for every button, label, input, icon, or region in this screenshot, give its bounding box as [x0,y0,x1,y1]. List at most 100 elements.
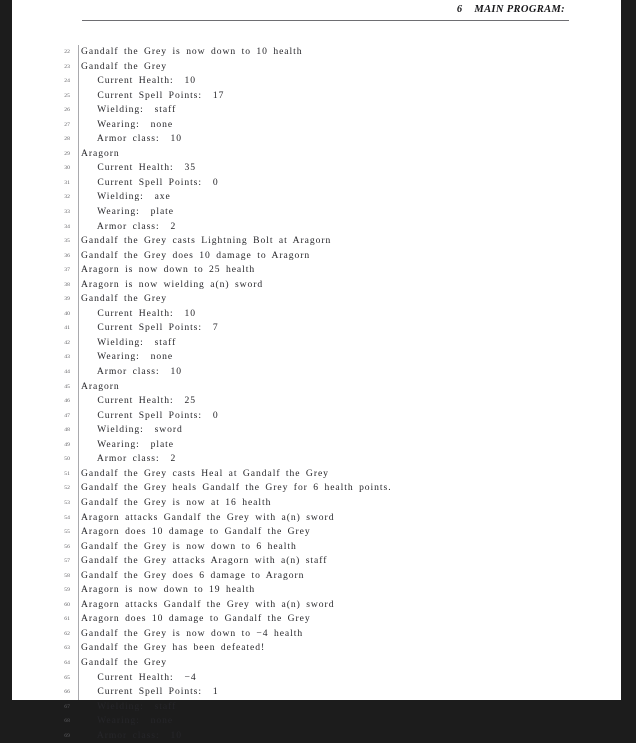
code-line-text: Current Spell Points: 0 [81,176,219,188]
code-line-number: 50 [64,456,70,463]
code-line-number: 30 [64,165,70,172]
code-line-number: 46 [64,398,70,405]
code-line: 67 Wielding: staff [12,700,621,715]
code-line-text: Wielding: staff [81,700,177,712]
header-divider-rule [82,20,569,21]
document-page: 6 MAIN PROGRAM: 22 Gandalf the Grey is no… [12,0,621,741]
code-line-number: 44 [64,369,70,376]
code-line: 42 Wielding: staff [12,336,621,351]
code-line-text: Aragorn does 10 damage to Gandalf the Gr… [81,613,311,625]
code-line-number: 61 [64,616,70,623]
header-section-title: 6 MAIN PROGRAM: [456,4,565,15]
code-line-text: Gandalf the Grey casts Lightning Bolt at… [81,235,332,247]
code-line-text: Aragorn does 10 damage to Gandalf the Gr… [81,526,311,538]
code-line-number: 42 [64,339,70,346]
code-line: 57 Gandalf the Grey attacks Aragorn with … [12,554,621,569]
code-line-text: Current Spell Points: 1 [81,686,219,698]
code-line: 54 Aragorn attacks Gandalf the Grey with … [12,511,621,526]
code-line-text: Armor class: 10 [81,133,182,145]
code-line-text: Aragorn attacks Gandalf the Grey with a(… [81,511,335,523]
code-line-number: 34 [64,223,70,230]
code-line-text: Armor class: 2 [81,220,177,232]
code-line: 60 Aragorn attacks Gandalf the Grey with … [12,598,621,613]
code-line-number: 49 [64,441,70,448]
code-line-number: 56 [64,543,70,550]
code-line-text: Wielding: staff [81,336,177,348]
code-line: 40 Current Health: 10 [12,307,621,322]
code-line-text: Aragorn is now wielding a(n) sword [81,278,264,290]
code-line-number: 22 [64,49,70,55]
code-line-text: Wearing: none [81,715,174,727]
code-line: 66 Current Spell Points: 1 [12,685,621,700]
code-line-number: 29 [64,150,70,157]
code-line: 61 Aragorn does 10 damage to Gandalf the … [12,612,621,627]
code-line: 35 Gandalf the Grey casts Lightning Bolt … [12,234,621,249]
code-line-text: Gandalf the Grey is now down to 6 health [81,540,297,552]
code-line-number: 28 [64,136,70,143]
code-line-text: Gandalf the Grey is now down to −4 healt… [81,627,304,639]
code-line-text: Gandalf the Grey has been defeated! [81,642,266,654]
code-line-number: 54 [64,514,70,521]
code-line-text: Wielding: sword [81,424,183,436]
code-line: 31 Current Spell Points: 0 [12,176,621,191]
code-line-number: 64 [64,659,70,666]
code-line-text: Aragorn [81,147,120,159]
code-line-text: Gandalf the Grey does 10 damage to Arago… [81,249,311,261]
code-line-text: Current Health: −4 [81,671,197,683]
code-line-text: Aragorn is now down to 25 health [81,264,256,276]
code-line: 68 Wearing: none [12,714,621,729]
code-line-text: Aragorn is now down to 19 health [81,584,256,596]
code-line-text: Armor class: 10 [81,366,182,378]
code-line: 52 Gandalf the Grey heals Gandalf the Gre… [12,481,621,496]
code-line: 25 Current Spell Points: 17 [12,89,621,104]
code-line-text: Wearing: none [81,351,174,363]
code-line-text: Gandalf the Grey heals Gandalf the Grey … [81,482,392,494]
code-line-number: 68 [64,718,70,725]
code-line: 37 Aragorn is now down to 25 health [12,263,621,278]
code-line: 34 Armor class: 2 [12,220,621,235]
code-line: 59 Aragorn is now down to 19 health [12,583,621,598]
code-line-number: 32 [64,194,70,201]
code-line-number: 38 [64,281,70,288]
code-line-text: Gandalf the Grey [81,656,167,668]
code-line-text: Wielding: staff [81,104,177,116]
code-line-text: Gandalf the Grey is now down to 10 healt… [81,46,303,57]
code-line: 45 Aragorn [12,380,621,395]
code-line-number: 24 [64,78,70,85]
code-line: 46 Current Health: 25 [12,394,621,409]
code-line-number: 52 [64,485,70,492]
code-line-text: Gandalf the Grey is now at 16 health [81,496,272,508]
code-line: 32 Wielding: axe [12,190,621,205]
code-line: 47 Current Spell Points: 0 [12,409,621,424]
code-line: 56 Gandalf the Grey is now down to 6 heal… [12,540,621,555]
code-line-number: 62 [64,630,70,637]
code-line: 38 Aragorn is now wielding a(n) sword [12,278,621,293]
code-line-number: 41 [64,325,70,332]
code-line-number: 69 [64,732,70,739]
code-line-text: Gandalf the Grey [81,293,167,305]
code-line: 50 Armor class: 2 [12,452,621,467]
code-line-number: 48 [64,427,70,434]
code-line: 30 Current Health: 35 [12,161,621,176]
code-line: 62 Gandalf the Grey is now down to −4 hea… [12,627,621,642]
pdf-viewer: 6 MAIN PROGRAM: 22 Gandalf the Grey is no… [0,0,636,741]
code-line: 53 Gandalf the Grey is now at 16 health [12,496,621,511]
code-line: 65 Current Health: −4 [12,671,621,686]
code-line-number: 55 [64,529,70,536]
code-line-text: Wearing: plate [81,438,174,450]
code-line: 63 Gandalf the Grey has been defeated! [12,641,621,656]
code-line-number: 25 [64,92,70,99]
code-line: 36 Gandalf the Grey does 10 damage to Ara… [12,249,621,264]
code-line-text: Gandalf the Grey [81,60,167,72]
code-line: 22 Gandalf the Grey is now down to 10 hea… [12,45,621,60]
code-line-number: 53 [64,499,70,506]
code-line-number: 47 [64,412,70,419]
code-line: 48 Wielding: sword [12,423,621,438]
code-line-text: Current Spell Points: 7 [81,322,219,334]
code-line-number: 39 [64,296,70,303]
code-line-number: 60 [64,601,70,608]
code-line: 26 Wielding: staff [12,103,621,118]
code-line: 55 Aragorn does 10 damage to Gandalf the … [12,525,621,540]
code-line: 27 Wearing: none [12,118,621,133]
code-line-number: 66 [64,689,70,696]
